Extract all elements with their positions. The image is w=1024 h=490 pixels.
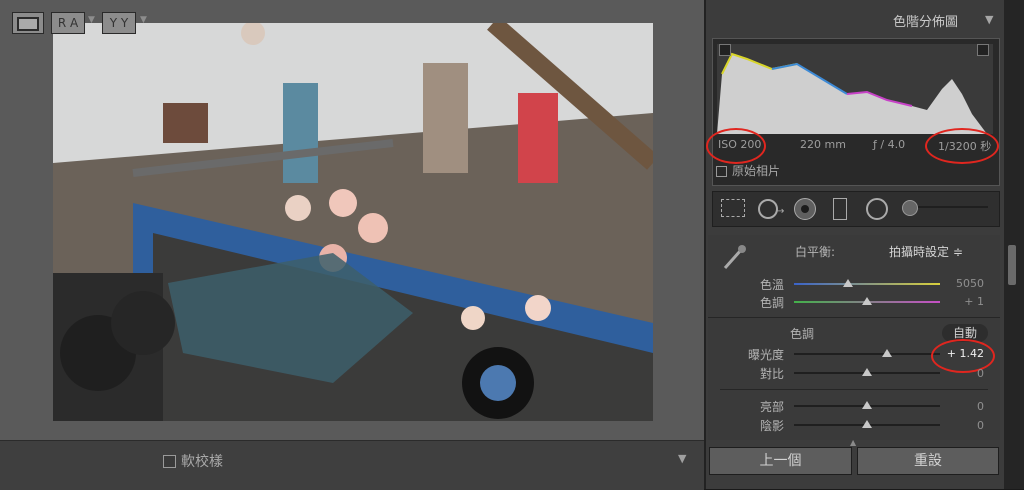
chevron-down-icon[interactable]: ▼ — [140, 15, 147, 25]
exposure-slider[interactable] — [794, 353, 940, 355]
wb-select[interactable]: 拍攝時設定 ≑ — [889, 243, 963, 260]
exposure-label: 曝光度 — [747, 348, 784, 362]
histogram-graph[interactable] — [717, 44, 993, 134]
contrast-slider-thumb[interactable] — [862, 368, 872, 376]
highlight-clipping-icon[interactable] — [977, 44, 989, 56]
panel-end-marker-icon: ▲ — [850, 438, 857, 447]
previous-button[interactable]: 上一個 — [709, 447, 852, 475]
temp-value: 5050 — [956, 277, 984, 290]
temp-slider-thumb[interactable] — [843, 279, 854, 287]
histogram-curve — [717, 52, 987, 134]
photo-preview[interactable] — [53, 23, 653, 421]
tool-strip — [712, 191, 1000, 227]
single-view-icon[interactable] — [12, 12, 44, 34]
brush-slider-track[interactable] — [906, 206, 988, 208]
focal-length: 220 mm — [800, 138, 846, 151]
original-photo-checkbox[interactable] — [716, 166, 727, 177]
contrast-label: 對比 — [759, 367, 784, 381]
scrollbar-thumb[interactable] — [1008, 245, 1016, 285]
wb-label: 白平衡: — [795, 245, 836, 259]
photo-illustration — [53, 23, 653, 421]
shadows-value: 0 — [977, 419, 984, 432]
chevron-down-icon[interactable]: ▼ — [88, 15, 95, 25]
section-divider — [708, 317, 1000, 318]
original-photo-label: 原始相片 — [732, 164, 781, 178]
temp-slider[interactable] — [794, 283, 940, 285]
annotation-circle — [925, 128, 999, 164]
panel-collapse-icon[interactable]: ▼ — [985, 13, 993, 26]
temp-label: 色溫 — [759, 278, 784, 292]
tint-value: + 1 — [964, 295, 984, 308]
bottom-toolbar — [0, 440, 704, 490]
tint-label: 色調 — [759, 296, 784, 310]
compare-ra-button[interactable]: R A — [51, 12, 85, 34]
highlights-value: 0 — [977, 400, 984, 413]
section-divider — [720, 389, 988, 390]
highlights-slider-thumb[interactable] — [862, 401, 872, 409]
histogram-title: 色階分佈圖 — [893, 15, 959, 30]
white-balance-picker-icon[interactable] — [719, 242, 749, 272]
tone-label: 色調 — [790, 327, 815, 341]
red-eye-icon[interactable] — [794, 198, 816, 220]
softproof-label: 軟校樣 — [181, 454, 223, 470]
reset-button[interactable]: 重設 — [857, 447, 999, 475]
aperture-value: ƒ / 4.0 — [873, 138, 906, 151]
adjustment-brush-icon[interactable] — [902, 200, 918, 216]
toolbar-menu-icon[interactable]: ▼ — [678, 452, 686, 465]
arrow-icon: → — [776, 206, 785, 217]
shadows-slider-thumb[interactable] — [862, 420, 872, 428]
crop-overlay-icon[interactable] — [721, 199, 745, 217]
radial-filter-icon[interactable] — [866, 198, 888, 220]
tint-slider-thumb[interactable] — [862, 297, 872, 305]
highlights-label: 亮部 — [759, 400, 784, 414]
shadow-clipping-icon[interactable] — [719, 44, 731, 56]
contrast-value: 0 — [977, 367, 984, 380]
annotation-circle — [706, 128, 766, 164]
graduated-filter-icon[interactable] — [833, 198, 847, 220]
spot-removal-icon[interactable] — [758, 199, 778, 219]
compare-yy-button[interactable]: Y Y — [102, 12, 136, 34]
shadows-label: 陰影 — [759, 419, 784, 433]
exposure-slider-thumb[interactable] — [882, 349, 893, 357]
softproof-checkbox[interactable] — [163, 455, 176, 468]
